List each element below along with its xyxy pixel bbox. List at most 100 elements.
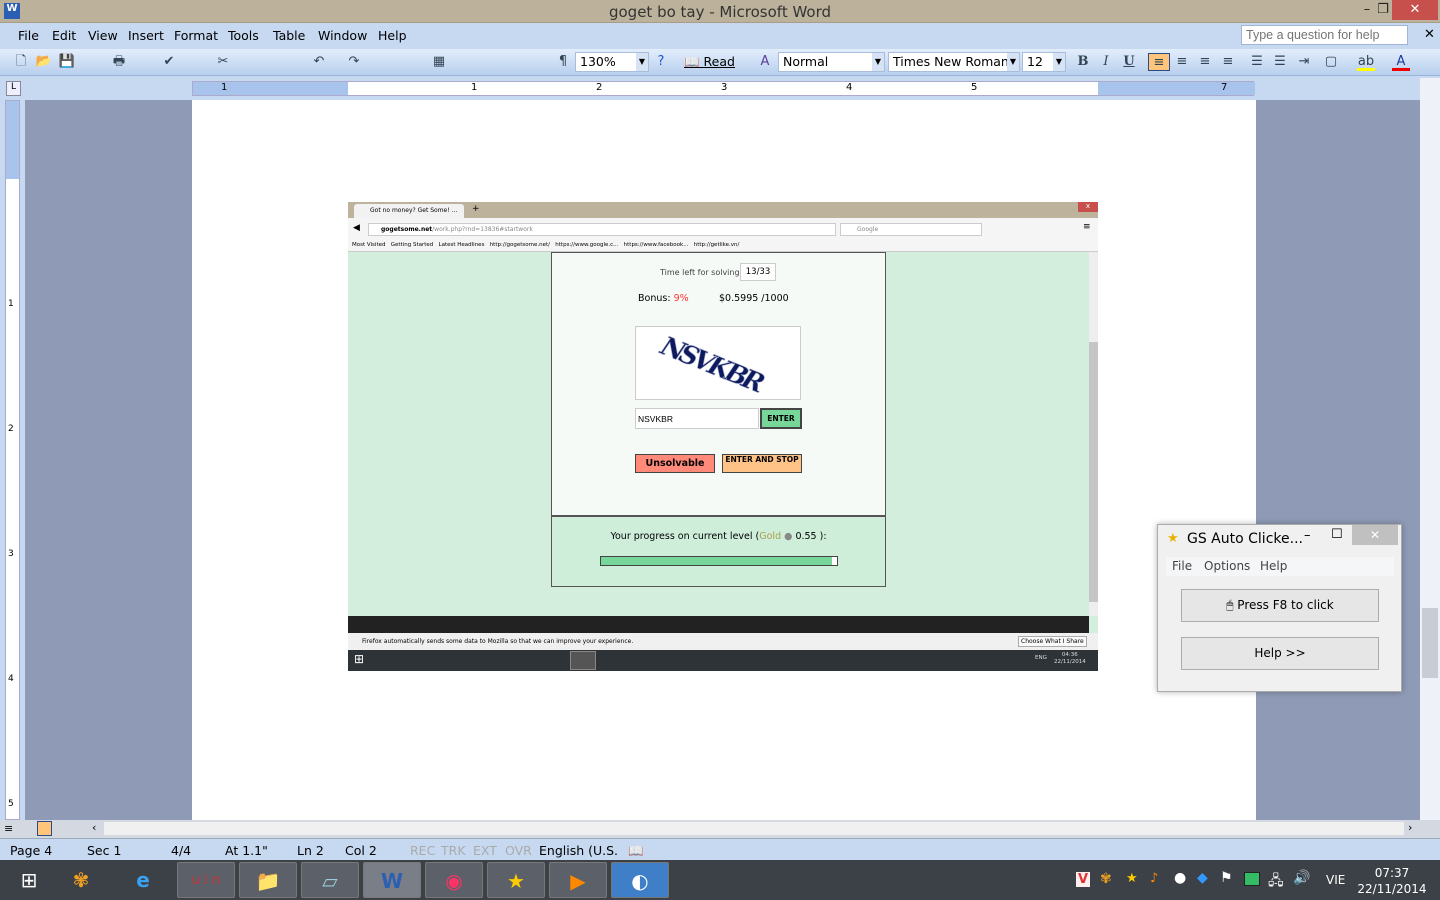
- print-icon[interactable]: 🖶: [110, 53, 128, 71]
- tray-v-icon[interactable]: V: [1076, 872, 1091, 887]
- gs-menu-options[interactable]: Options: [1204, 559, 1250, 573]
- menu-window[interactable]: Window: [318, 28, 367, 43]
- tray-keys-icon[interactable]: ✾: [1100, 871, 1112, 887]
- horizontal-ruler[interactable]: 1 1 2 3 4 5 7: [192, 81, 1255, 96]
- bookmark[interactable]: http://gogetsome.net/: [490, 242, 550, 248]
- start-icon[interactable]: ⊞: [0, 862, 58, 898]
- vertical-scrollbar[interactable]: [1420, 78, 1440, 820]
- tray-volume-icon[interactable]: 🔊: [1293, 870, 1310, 886]
- browser-scrollbar[interactable]: [1089, 252, 1098, 616]
- bookmark[interactable]: Getting Started: [391, 242, 434, 248]
- tray-clock[interactable]: 07:37 22/11/2014: [1356, 865, 1428, 897]
- new-icon[interactable]: 🗋: [12, 53, 30, 71]
- numbering-icon[interactable]: ☰: [1248, 53, 1266, 71]
- styles-icon[interactable]: A: [756, 53, 774, 71]
- enter-button[interactable]: ENTER: [760, 408, 802, 429]
- media-player-icon[interactable]: ▶: [549, 862, 607, 898]
- tray-network-icon[interactable]: 🖧: [1268, 870, 1284, 894]
- back-icon[interactable]: ◀: [353, 223, 360, 233]
- internet-explorer-icon[interactable]: e: [114, 862, 172, 898]
- help-question-input[interactable]: [1241, 25, 1408, 45]
- tray-panda-icon[interactable]: ●: [1174, 870, 1186, 886]
- menu-file[interactable]: File: [18, 28, 39, 43]
- close-doc-icon[interactable]: ✕: [1424, 27, 1435, 42]
- teamviewer-icon[interactable]: ◐: [611, 862, 669, 898]
- scroll-right-icon[interactable]: ›: [1408, 821, 1412, 834]
- browser-tab[interactable]: Got no money? Get Some! ...: [354, 204, 464, 218]
- gs-menu-help[interactable]: Help: [1260, 559, 1287, 573]
- tray-nvidia-icon[interactable]: [1244, 872, 1260, 886]
- redo-icon[interactable]: ↷: [345, 53, 363, 71]
- status-rec[interactable]: REC: [410, 843, 435, 858]
- keys-app-icon[interactable]: ✾: [52, 862, 110, 898]
- gs-maximize-button[interactable]: ☐: [1331, 527, 1343, 542]
- tray-music-icon[interactable]: ♪: [1150, 871, 1158, 886]
- align-center-icon[interactable]: ≡: [1173, 53, 1191, 71]
- bullets-icon[interactable]: ☰: [1271, 53, 1289, 71]
- scroll-left-icon[interactable]: ‹: [92, 821, 96, 834]
- menu-insert[interactable]: Insert: [128, 28, 164, 43]
- hscroll-thumb[interactable]: [104, 822, 1404, 835]
- highlight-icon[interactable]: ab: [1357, 53, 1375, 71]
- style-select[interactable]: Normal ▼: [778, 52, 885, 72]
- zoom-select[interactable]: 130% ▼: [575, 52, 649, 72]
- captcha-input[interactable]: [635, 408, 759, 429]
- url-bar[interactable]: gogetsome.net/work.php?rnd=13836#startwo…: [368, 223, 836, 236]
- help-icon[interactable]: ?: [652, 53, 670, 71]
- browser-close-icon[interactable]: x: [1078, 202, 1098, 212]
- bold-button[interactable]: B: [1074, 53, 1092, 71]
- spelling-status-icon[interactable]: 📖: [628, 843, 644, 859]
- normal-view-icon[interactable]: ≡: [4, 822, 13, 835]
- open-icon[interactable]: 📂: [35, 53, 53, 71]
- firefox-icon[interactable]: ◉: [425, 862, 483, 898]
- table-icon[interactable]: ▦: [430, 53, 448, 71]
- size-select[interactable]: 12 ▼: [1022, 52, 1066, 72]
- justify-icon[interactable]: ≡: [1219, 53, 1237, 71]
- horizontal-scrollbar[interactable]: ≡ ‹ ›: [0, 820, 1440, 838]
- align-right-icon[interactable]: ≡: [1196, 53, 1214, 71]
- vertical-ruler[interactable]: 1 2 3 4 5: [5, 100, 20, 820]
- save-icon[interactable]: 💾: [58, 53, 76, 71]
- menu-help[interactable]: Help: [378, 28, 407, 43]
- choose-what-i-share-button[interactable]: Choose What I Share: [1018, 636, 1087, 647]
- menu-tools[interactable]: Tools: [228, 28, 259, 43]
- new-tab-icon[interactable]: +: [472, 204, 480, 214]
- word-taskbar-icon[interactable]: W: [363, 862, 421, 898]
- tray-flag-icon[interactable]: ⚑: [1220, 870, 1233, 886]
- enter-and-stop-button[interactable]: ENTER AND STOP: [722, 454, 802, 473]
- indent-icon[interactable]: ⇥: [1295, 53, 1313, 71]
- italic-button[interactable]: I: [1097, 53, 1115, 71]
- unikey-icon[interactable]: u i n: [177, 862, 235, 898]
- gs-close-button[interactable]: ✕: [1352, 525, 1398, 545]
- menu-icon[interactable]: ≡: [1083, 222, 1091, 232]
- spelling-icon[interactable]: ✔: [160, 53, 178, 71]
- unsolvable-button[interactable]: Unsolvable: [635, 454, 715, 473]
- status-ext[interactable]: EXT: [473, 843, 497, 858]
- gs-minimize-button[interactable]: –: [1304, 528, 1311, 543]
- read-button[interactable]: 📖 Read: [684, 54, 735, 70]
- notepad-icon[interactable]: ▱: [301, 862, 359, 898]
- gs-autoclicker-taskbar-icon[interactable]: ★: [487, 862, 545, 898]
- pilcrow-icon[interactable]: ¶: [554, 53, 572, 71]
- menu-table[interactable]: Table: [273, 28, 305, 43]
- tray-malwarebytes-icon[interactable]: ◆: [1197, 870, 1208, 886]
- bookmark[interactable]: Latest Headlines: [439, 242, 485, 248]
- tab-selector-icon[interactable]: L: [6, 81, 21, 96]
- file-explorer-icon[interactable]: 📁: [239, 862, 297, 898]
- press-f8-button[interactable]: 🖱 Press F8 to click: [1181, 589, 1379, 622]
- gs-menu-file[interactable]: File: [1172, 559, 1192, 573]
- bookmark[interactable]: https://www.google.c...: [555, 242, 618, 248]
- undo-icon[interactable]: ↶: [310, 53, 328, 71]
- font-color-icon[interactable]: A: [1392, 53, 1410, 71]
- menu-format[interactable]: Format: [174, 28, 218, 43]
- status-ovr[interactable]: OVR: [505, 843, 532, 858]
- close-button[interactable]: ✕: [1392, 0, 1438, 20]
- bookmark[interactable]: https://www.facebook...: [624, 242, 689, 248]
- tray-star-icon[interactable]: ★: [1126, 871, 1138, 886]
- font-select[interactable]: Times New Roman ▼: [888, 52, 1020, 72]
- print-layout-icon[interactable]: [37, 821, 52, 836]
- menu-view[interactable]: View: [88, 28, 118, 43]
- gs-help-button[interactable]: Help >>: [1181, 637, 1379, 670]
- menu-edit[interactable]: Edit: [52, 28, 76, 43]
- browser-search[interactable]: Google: [840, 223, 982, 236]
